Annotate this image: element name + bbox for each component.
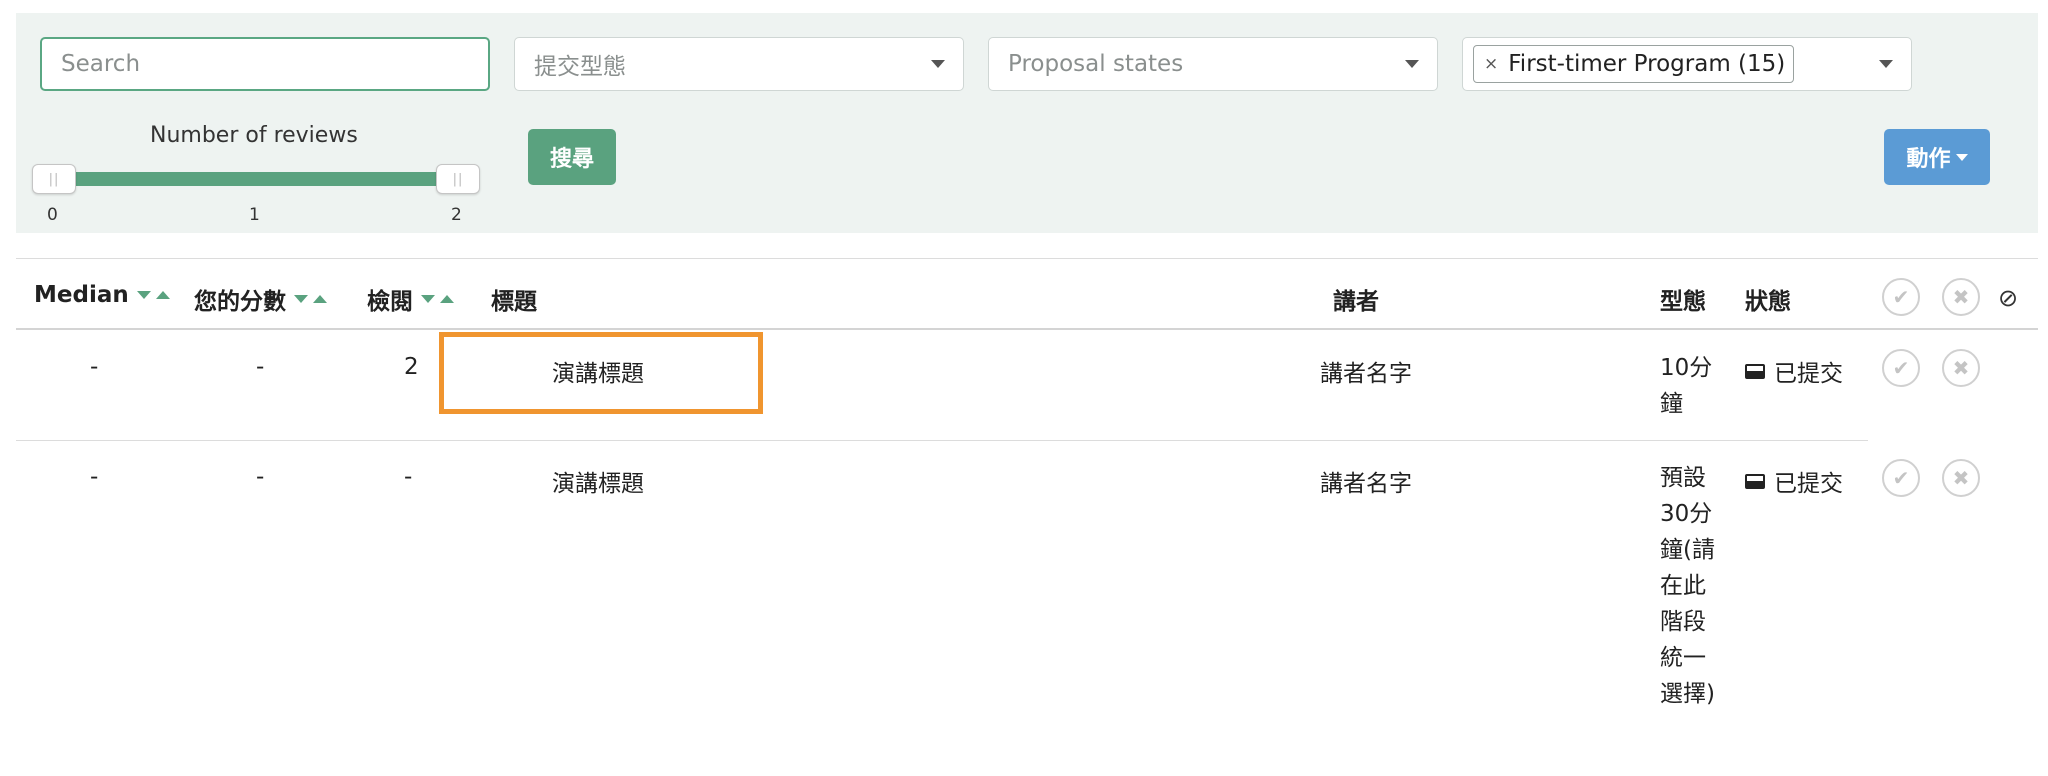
cell-type: 10分鐘 bbox=[1660, 355, 1713, 417]
search-placeholder: Search bbox=[61, 51, 141, 77]
accept-icon[interactable]: ✔ bbox=[1882, 459, 1920, 497]
action-button-label: 動作 bbox=[1906, 147, 1951, 172]
submission-type-select[interactable]: 提交型態 bbox=[514, 37, 964, 91]
reject-icon[interactable]: ✖ bbox=[1942, 459, 1980, 497]
header-reviews[interactable]: 檢閱 bbox=[367, 282, 454, 316]
header-type: 型態 bbox=[1660, 289, 1706, 315]
header-status: 狀態 bbox=[1745, 289, 1791, 315]
cell-median: - bbox=[90, 354, 99, 380]
search-button-label: 搜尋 bbox=[549, 147, 594, 172]
reject-icon[interactable]: ✖ bbox=[1942, 349, 1980, 387]
cell-type: 預設30分鐘(請在此階段統一選擇) bbox=[1660, 465, 1715, 707]
header-median[interactable]: Median bbox=[34, 282, 170, 308]
slider-handle-min[interactable]: || bbox=[32, 164, 76, 194]
header-reviews-label: 檢閱 bbox=[367, 289, 413, 315]
slider-tick-2: 2 bbox=[451, 205, 462, 225]
review-count-slider-track[interactable] bbox=[48, 172, 458, 186]
cell-status: 已提交 bbox=[1745, 354, 1843, 388]
cell-speaker: 講者名字 bbox=[1320, 361, 1412, 387]
cell-your-score: - bbox=[256, 464, 265, 490]
action-dropdown-button[interactable]: 動作 bbox=[1884, 129, 1990, 185]
inbox-icon bbox=[1745, 363, 1765, 379]
cell-title-link[interactable]: 演講標題 bbox=[552, 464, 644, 498]
proposal-states-select[interactable]: Proposal states bbox=[988, 37, 1438, 91]
cell-your-score: - bbox=[256, 354, 265, 380]
chevron-down-icon bbox=[931, 60, 945, 68]
cell-median: - bbox=[90, 464, 99, 490]
track-select[interactable]: × First-timer Program (15) bbox=[1462, 37, 1912, 91]
search-button[interactable]: 搜尋 bbox=[528, 129, 616, 185]
sort-icon[interactable] bbox=[294, 295, 327, 303]
accept-all-icon[interactable]: ✔ bbox=[1882, 278, 1920, 316]
status-label: 已提交 bbox=[1774, 361, 1843, 387]
header-your-score[interactable]: 您的分數 bbox=[194, 282, 327, 316]
cell-status: 已提交 bbox=[1745, 464, 1843, 498]
sort-icon[interactable] bbox=[421, 295, 454, 303]
header-median-label: Median bbox=[34, 282, 129, 308]
cell-reviews: 2 bbox=[404, 354, 419, 380]
row-divider bbox=[16, 440, 1868, 441]
slider-tick-1: 1 bbox=[249, 205, 260, 225]
slider-tick-0: 0 bbox=[47, 205, 58, 225]
submission-type-placeholder: 提交型態 bbox=[534, 54, 626, 80]
proposal-states-placeholder: Proposal states bbox=[1008, 51, 1184, 77]
slider-handle-max[interactable]: || bbox=[436, 164, 480, 194]
search-input[interactable]: Search bbox=[40, 37, 490, 91]
ban-icon[interactable]: ⊘ bbox=[1998, 284, 2018, 312]
header-title: 標題 bbox=[491, 289, 537, 315]
cell-reviews: - bbox=[404, 464, 413, 490]
divider bbox=[16, 258, 2038, 259]
tag-remove-icon[interactable]: × bbox=[1484, 54, 1498, 74]
header-divider bbox=[16, 328, 2038, 330]
slider-title: Number of reviews bbox=[150, 123, 358, 148]
caret-down-icon bbox=[1955, 153, 1968, 161]
accept-icon[interactable]: ✔ bbox=[1882, 349, 1920, 387]
sort-icon[interactable] bbox=[136, 291, 170, 299]
selected-tag: × First-timer Program (15) bbox=[1473, 45, 1795, 83]
reject-all-icon[interactable]: ✖ bbox=[1942, 278, 1980, 316]
chevron-down-icon bbox=[1405, 60, 1419, 68]
header-your-score-label: 您的分數 bbox=[194, 289, 286, 315]
selected-tag-label: First-timer Program (15) bbox=[1508, 51, 1786, 77]
inbox-icon bbox=[1745, 473, 1765, 489]
header-speaker: 講者 bbox=[1333, 289, 1379, 315]
status-label: 已提交 bbox=[1774, 471, 1843, 497]
chevron-down-icon bbox=[1879, 60, 1893, 68]
highlight-box bbox=[439, 332, 763, 414]
cell-speaker: 講者名字 bbox=[1320, 471, 1412, 497]
